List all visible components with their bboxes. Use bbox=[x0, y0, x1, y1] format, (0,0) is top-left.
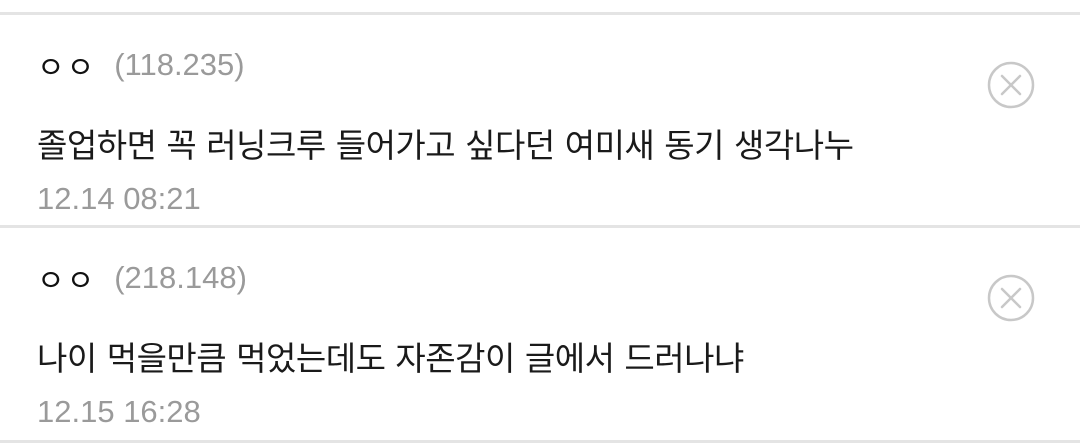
comment-text: 졸업하면 꼭 러닝크루 들어가고 싶다던 여미새 동기 생각나누 bbox=[37, 126, 854, 165]
comment-text: 나이 먹을만큼 먹었는데도 자존감이 글에서 드러나냐 bbox=[37, 339, 744, 378]
comment-author-name[interactable]: ㅇㅇ bbox=[37, 256, 96, 300]
comment-list: ㅇㅇ (118.235) 졸업하면 꼭 러닝크루 들어가고 싶다던 여미새 동기… bbox=[0, 0, 1080, 447]
comment-item: ㅇㅇ (218.148) 나이 먹을만큼 먹었는데도 자존감이 글에서 드러나냐… bbox=[0, 228, 1080, 440]
bottom-divider bbox=[0, 440, 1080, 443]
comment-author-name[interactable]: ㅇㅇ bbox=[37, 43, 96, 87]
delete-comment-button[interactable] bbox=[986, 273, 1036, 323]
comment-timestamp: 12.14 08:21 bbox=[37, 181, 201, 216]
close-circle-icon bbox=[987, 274, 1035, 322]
comment-author-line: ㅇㅇ (118.235) bbox=[37, 43, 245, 87]
comment-author-ip: (218.148) bbox=[114, 260, 247, 295]
comment-timestamp: 12.15 16:28 bbox=[37, 394, 201, 429]
comment-author-ip: (118.235) bbox=[114, 47, 245, 82]
comment-author-line: ㅇㅇ (218.148) bbox=[37, 256, 247, 300]
delete-comment-button[interactable] bbox=[986, 60, 1036, 110]
close-circle-icon bbox=[987, 61, 1035, 109]
comment-item: ㅇㅇ (118.235) 졸업하면 꼭 러닝크루 들어가고 싶다던 여미새 동기… bbox=[0, 15, 1080, 227]
